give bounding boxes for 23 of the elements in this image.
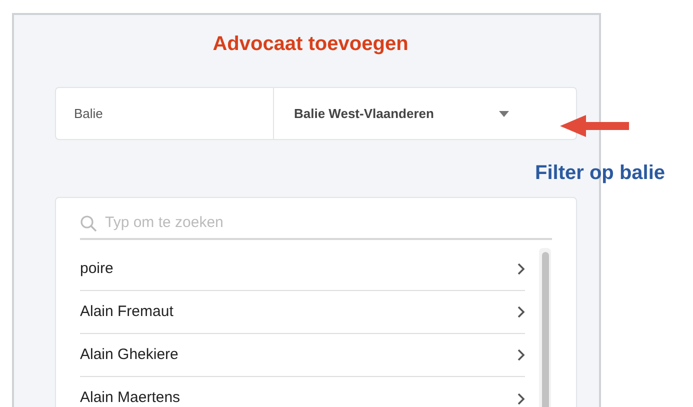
lawyer-name: Alain Fremaut — [80, 302, 174, 322]
filter-value: Balie West-Vlaanderen — [293, 104, 435, 123]
pointer-arrow — [560, 115, 629, 137]
filter-row[interactable]: Balie Balie West-Vlaanderen — [55, 87, 577, 140]
lawyer-name: Alain Maertens — [80, 388, 180, 407]
lawyer-name: Alain Ghekiere — [80, 344, 178, 365]
list-item[interactable]: Alain Maertens — [80, 377, 525, 407]
list-item[interactable]: poire — [80, 248, 525, 291]
search-field[interactable]: Typ om te zoeken — [80, 208, 552, 240]
search-icon — [80, 214, 97, 232]
list-item[interactable]: Alain Fremaut — [80, 291, 525, 334]
scrollbar-thumb[interactable] — [542, 252, 548, 407]
lawyer-name: poire — [80, 258, 114, 279]
chevron-right-icon — [517, 392, 525, 404]
search-input[interactable]: Typ om te zoeken — [105, 212, 552, 234]
dialog-title: Advocaat toevoegen — [212, 32, 410, 57]
list-item[interactable]: Alain Ghekiere — [80, 334, 525, 377]
chevron-right-icon — [517, 306, 525, 318]
filter-label: Balie — [73, 104, 104, 123]
annotation-text: Filter op balie — [535, 161, 666, 186]
dropdown-caret-icon — [499, 110, 509, 116]
chevron-right-icon — [517, 263, 525, 275]
chevron-right-icon — [517, 349, 525, 361]
